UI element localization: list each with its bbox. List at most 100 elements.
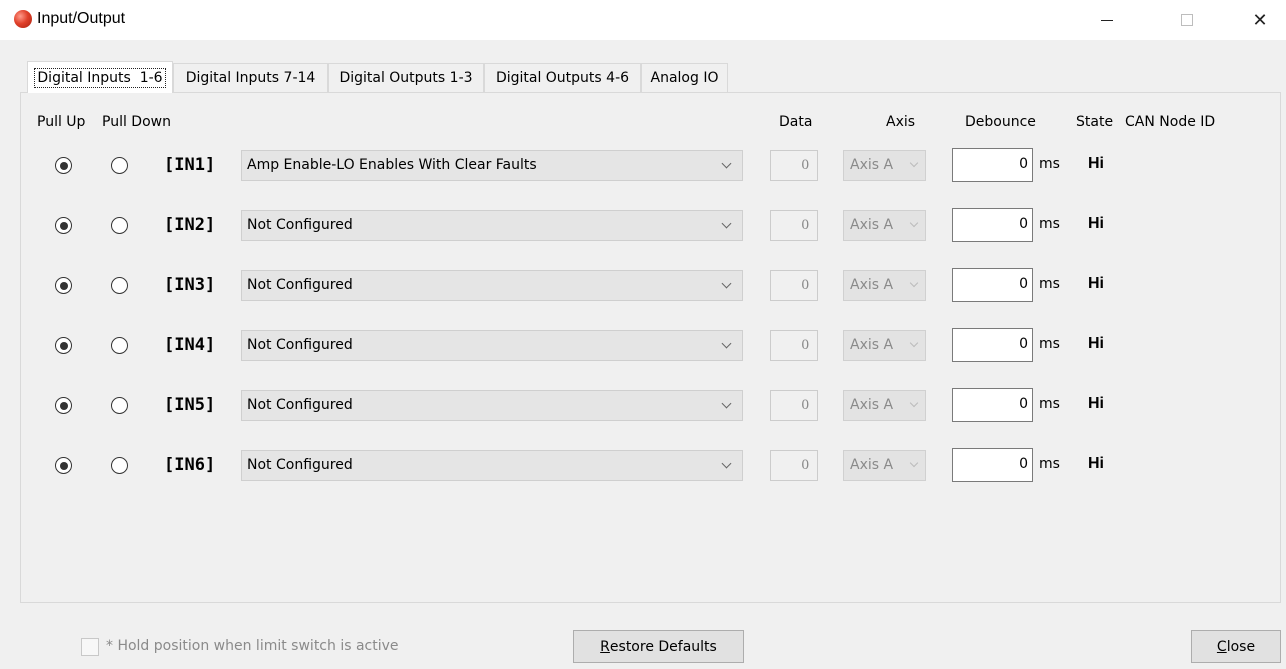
pull-up-radio[interactable] — [55, 397, 72, 414]
pull-down-radio[interactable] — [111, 397, 128, 414]
debounce-value: 0 — [1019, 336, 1028, 352]
axis-header: Axis — [886, 114, 916, 130]
function-select[interactable]: Amp Enable-LO Enables With Clear Faults — [241, 150, 743, 181]
debounce-input[interactable]: 0 — [952, 148, 1033, 182]
state-header: State — [1076, 114, 1114, 130]
hold-position-label: * Hold position when limit switch is act… — [106, 638, 399, 654]
minimize-icon — [1101, 19, 1113, 21]
pull-down-radio[interactable] — [111, 457, 128, 474]
tab-analog-io[interactable]: Analog IO — [641, 63, 728, 92]
data-field: 0 — [770, 270, 818, 301]
pull-up-radio[interactable] — [55, 457, 72, 474]
minimize-button[interactable] — [1087, 6, 1127, 34]
debounce-unit: ms — [1039, 216, 1060, 232]
restore-defaults-button[interactable]: Restore Defaults — [573, 630, 744, 663]
debounce-value: 0 — [1019, 276, 1028, 292]
state-value: Hi — [1088, 155, 1104, 172]
close-button[interactable]: Close — [1191, 630, 1281, 663]
axis-select: Axis A — [843, 330, 926, 361]
pull-down-radio[interactable] — [111, 217, 128, 234]
debounce-input[interactable]: 0 — [952, 208, 1033, 242]
axis-select: Axis A — [843, 390, 926, 421]
tab-label: Digital Inputs 1-6 — [34, 67, 166, 88]
pull-up-radio[interactable] — [55, 337, 72, 354]
state-value: Hi — [1088, 335, 1104, 352]
tab-digital-outputs-1-3[interactable]: Digital Outputs 1-3 — [328, 63, 484, 92]
data-field: 0 — [770, 150, 818, 181]
pull-up-radio[interactable] — [55, 277, 72, 294]
function-select[interactable]: Not Configured — [241, 210, 743, 241]
close-window-button[interactable]: ✕ — [1240, 6, 1280, 34]
data-header: Data — [779, 114, 813, 130]
debounce-input[interactable]: 0 — [952, 268, 1033, 302]
state-value: Hi — [1088, 455, 1104, 472]
axis-value: Axis A — [850, 157, 894, 173]
tab-digital-inputs-7-14[interactable]: Digital Inputs 7-14 — [173, 63, 328, 92]
function-select[interactable]: Not Configured — [241, 390, 743, 421]
debounce-value: 0 — [1019, 156, 1028, 172]
chevron-down-icon — [909, 158, 919, 168]
input-label: [IN2] — [164, 215, 216, 235]
debounce-value: 0 — [1019, 456, 1028, 472]
debounce-unit: ms — [1039, 336, 1060, 352]
chevron-down-icon — [909, 278, 919, 288]
tab-digital-inputs-1-6[interactable]: Digital Inputs 1-6 — [27, 61, 173, 93]
window-title: Input/Output — [37, 10, 126, 27]
restore-accelerator: R — [600, 638, 610, 655]
data-value: 0 — [801, 457, 810, 473]
input-label: [IN6] — [164, 455, 216, 475]
chevron-down-icon — [721, 458, 732, 469]
data-field: 0 — [770, 330, 818, 361]
tab-digital-outputs-4-6[interactable]: Digital Outputs 4-6 — [484, 63, 641, 92]
pull-up-header: Pull Up — [37, 114, 86, 130]
function-select[interactable]: Not Configured — [241, 270, 743, 301]
data-field: 0 — [770, 210, 818, 241]
debounce-input[interactable]: 0 — [952, 328, 1033, 362]
axis-select: Axis A — [843, 270, 926, 301]
close-label: lose — [1226, 638, 1256, 655]
tab-label: Analog IO — [650, 70, 719, 86]
debounce-unit: ms — [1039, 276, 1060, 292]
maximize-icon — [1181, 14, 1193, 26]
axis-select: Axis A — [843, 150, 926, 181]
pull-down-radio[interactable] — [111, 277, 128, 294]
hold-position-checkbox[interactable] — [81, 638, 99, 656]
maximize-button[interactable] — [1167, 6, 1207, 34]
debounce-input[interactable]: 0 — [952, 388, 1033, 422]
debounce-input[interactable]: 0 — [952, 448, 1033, 482]
chevron-down-icon — [721, 278, 732, 289]
pull-down-radio[interactable] — [111, 337, 128, 354]
function-value: Amp Enable-LO Enables With Clear Faults — [247, 157, 537, 173]
tab-label: Digital Inputs 7-14 — [185, 70, 316, 86]
data-field: 0 — [770, 390, 818, 421]
debounce-unit: ms — [1039, 396, 1060, 412]
function-value: Not Configured — [247, 277, 353, 293]
input-label: [IN5] — [164, 395, 216, 415]
debounce-value: 0 — [1019, 216, 1028, 232]
function-select[interactable]: Not Configured — [241, 450, 743, 481]
data-value: 0 — [801, 157, 810, 173]
tab-label: Digital Outputs 4-6 — [495, 70, 630, 86]
data-value: 0 — [801, 277, 810, 293]
input-label: [IN1] — [164, 155, 216, 175]
chevron-down-icon — [909, 218, 919, 228]
chevron-down-icon — [909, 338, 919, 348]
chevron-down-icon — [721, 338, 732, 349]
pull-up-radio[interactable] — [55, 157, 72, 174]
restore-label: estore Defaults — [609, 638, 717, 655]
axis-value: Axis A — [850, 457, 894, 473]
axis-select: Axis A — [843, 450, 926, 481]
pull-down-radio[interactable] — [111, 157, 128, 174]
axis-value: Axis A — [850, 217, 894, 233]
data-value: 0 — [801, 337, 810, 353]
state-value: Hi — [1088, 395, 1104, 412]
chevron-down-icon — [721, 158, 732, 169]
pull-up-radio[interactable] — [55, 217, 72, 234]
function-select[interactable]: Not Configured — [241, 330, 743, 361]
axis-value: Axis A — [850, 277, 894, 293]
function-value: Not Configured — [247, 337, 353, 353]
chevron-down-icon — [721, 398, 732, 409]
input-label: [IN4] — [164, 335, 216, 355]
input-label: [IN3] — [164, 275, 216, 295]
debounce-unit: ms — [1039, 156, 1060, 172]
